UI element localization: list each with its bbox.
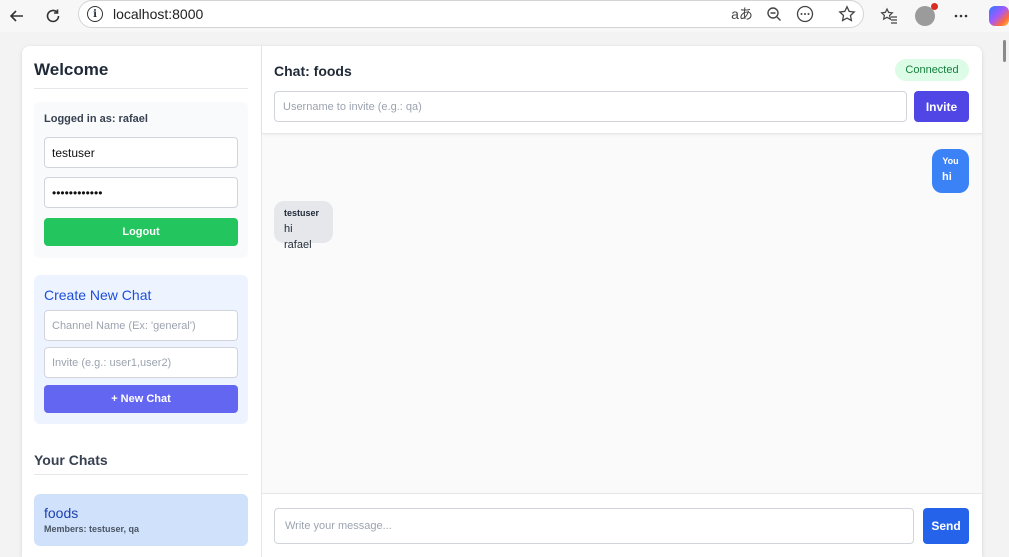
- logged-in-label: Logged in as: rafael: [44, 113, 148, 125]
- message-text: hi: [942, 171, 952, 183]
- chat-item-members: Members: testuser, qa: [44, 524, 140, 534]
- chat-panel: Chat: foods Connected Username to invite…: [262, 46, 982, 557]
- username-field[interactable]: testuser: [44, 137, 238, 168]
- channel-name-input[interactable]: Channel Name (Ex: 'general'): [44, 310, 238, 341]
- scrollbar-thumb[interactable]: [1003, 40, 1006, 62]
- send-button[interactable]: Send: [923, 508, 969, 544]
- refresh-icon[interactable]: [40, 3, 66, 29]
- message-bubble-mine: You hi: [932, 149, 969, 193]
- favorite-star-icon[interactable]: [836, 1, 858, 27]
- zoom-out-icon[interactable]: [763, 1, 785, 27]
- logout-button[interactable]: Logout: [44, 218, 238, 246]
- chat-list-item[interactable]: foods Members: testuser, qa: [34, 494, 248, 546]
- message-sender: testuser: [284, 208, 320, 218]
- settings-more-icon[interactable]: [948, 3, 974, 29]
- more-tools-icon[interactable]: [794, 1, 816, 27]
- message-bubble-other: testuser hi rafael: [274, 201, 333, 251]
- read-aloud-icon[interactable]: aあ: [731, 1, 753, 27]
- copilot-icon[interactable]: [986, 3, 1009, 29]
- password-field[interactable]: ••••••••••••: [44, 177, 238, 208]
- url-text[interactable]: localhost:8000: [113, 6, 203, 22]
- message-input[interactable]: Write your message...: [274, 508, 914, 544]
- sidebar: Welcome Logged in as: rafael testuser ••…: [22, 46, 262, 557]
- new-chat-button[interactable]: + New Chat: [44, 385, 238, 413]
- browser-toolbar: i localhost:8000 aあ: [0, 0, 1009, 32]
- your-chats-title: Your Chats: [34, 452, 108, 468]
- divider: [34, 88, 248, 89]
- site-info-icon[interactable]: i: [87, 6, 103, 22]
- create-chat-title: Create New Chat: [44, 287, 152, 303]
- chat-item-name: foods: [44, 505, 79, 521]
- welcome-title: Welcome: [34, 60, 109, 79]
- page-scrollbar[interactable]: [1000, 32, 1009, 557]
- status-badge: Connected: [895, 59, 969, 81]
- message-sender: You: [942, 156, 959, 166]
- invite-users-input[interactable]: Invite (e.g.: user1,user2): [44, 347, 238, 378]
- create-chat-card: Create New Chat Channel Name (Ex: 'gener…: [34, 275, 248, 424]
- message-composer: Write your message... Send: [262, 493, 982, 557]
- divider: [34, 474, 248, 475]
- back-icon[interactable]: [4, 3, 30, 29]
- favorites-list-icon[interactable]: [876, 3, 902, 29]
- invite-username-input[interactable]: Username to invite (e.g.: qa): [274, 91, 907, 122]
- message-text: hi rafael: [284, 223, 312, 251]
- address-bar[interactable]: i localhost:8000 aあ: [78, 0, 864, 28]
- invite-button[interactable]: Invite: [914, 91, 969, 122]
- profile-avatar-icon[interactable]: [912, 3, 938, 29]
- chat-title: Chat: foods: [274, 63, 352, 79]
- chat-header: Chat: foods Connected Username to invite…: [262, 46, 982, 134]
- login-card: Logged in as: rafael testuser ••••••••••…: [34, 102, 248, 258]
- chat-app: Welcome Logged in as: rafael testuser ••…: [22, 46, 982, 557]
